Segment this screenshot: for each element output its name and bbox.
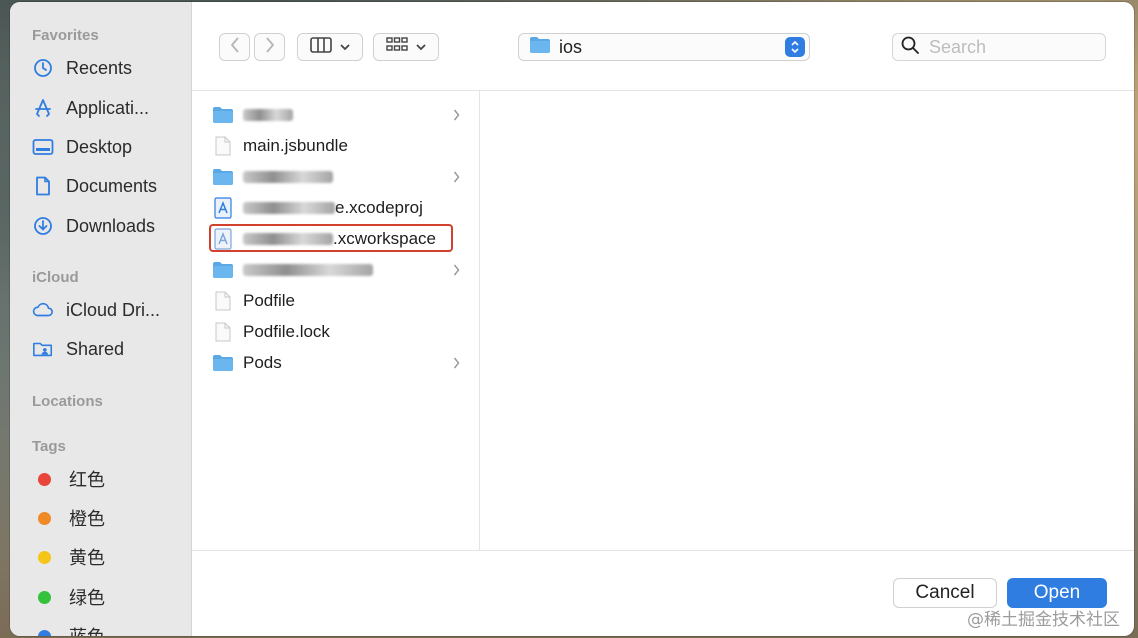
- sidebar-tag-yellow[interactable]: 黄色: [32, 542, 182, 572]
- chevron-right-icon: [265, 36, 275, 58]
- sidebar-tag-red[interactable]: 红色: [32, 464, 182, 494]
- folder-icon: [212, 259, 234, 281]
- sidebar-tag-blue[interactable]: 蓝色: [32, 621, 182, 636]
- chevron-down-icon: [416, 38, 426, 56]
- preview-column: [480, 91, 1134, 551]
- folder-icon: [529, 36, 551, 59]
- sidebar-item-label: Downloads: [66, 215, 156, 236]
- tag-color-dot: [38, 629, 51, 636]
- view-mode-button[interactable]: [297, 33, 363, 61]
- sidebar-item-shared[interactable]: Shared: [32, 334, 182, 364]
- forward-button[interactable]: [254, 33, 285, 61]
- tag-color-dot: [38, 590, 51, 604]
- back-button[interactable]: [219, 33, 250, 61]
- file-name: Pods: [243, 353, 282, 372]
- folder-icon: [212, 104, 234, 126]
- sidebar-item-label: 红色: [69, 470, 105, 490]
- icloud-section-title: iCloud: [32, 269, 79, 286]
- sidebar-item-desktop[interactable]: Desktop: [32, 132, 182, 162]
- file-row-podfile-lock[interactable]: Podfile.lock: [212, 318, 467, 346]
- sidebar-item-applications[interactable]: Applicati...: [32, 93, 182, 123]
- redacted-name: [243, 171, 333, 183]
- chevron-left-icon: [230, 36, 240, 58]
- file-name: Podfile: [243, 291, 295, 310]
- chevron-down-icon: [340, 38, 350, 56]
- file-row-xcodeproj[interactable]: e.xcodeproj: [212, 194, 467, 222]
- chevron-right-icon: [453, 169, 461, 189]
- favorites-section-title: Favorites: [32, 27, 99, 44]
- redacted-name: [243, 202, 335, 214]
- watermark: @稀土掘金技术社区: [967, 610, 1120, 630]
- desktop-icon: [32, 136, 54, 158]
- sidebar-item-label: iCloud Dri...: [66, 299, 161, 320]
- sidebar-item-downloads[interactable]: Downloads: [32, 211, 182, 241]
- grid-icon: [386, 36, 408, 58]
- tag-color-dot: [38, 472, 51, 486]
- sidebar-tag-green[interactable]: 绿色: [32, 582, 182, 612]
- document-file-icon: [212, 290, 234, 312]
- file-row-folder[interactable]: [212, 256, 467, 284]
- sidebar: Favorites Recents Applicati... Desktop D…: [10, 2, 192, 636]
- file-name: Podfile.lock: [243, 322, 330, 341]
- open-button[interactable]: Open: [1007, 578, 1107, 608]
- file-row-folder[interactable]: [212, 101, 467, 129]
- file-row-podfile[interactable]: Podfile: [212, 287, 467, 315]
- locations-section-title: Locations: [32, 393, 103, 410]
- sidebar-item-recents[interactable]: Recents: [32, 53, 182, 83]
- sidebar-item-label: Shared: [66, 338, 125, 359]
- location-popup[interactable]: ios: [518, 33, 810, 61]
- document-file-icon: [212, 321, 234, 343]
- file-row-main-jsbundle[interactable]: main.jsbundle: [212, 132, 467, 160]
- chevron-right-icon: [453, 262, 461, 282]
- xcodeproj-icon: [212, 197, 234, 219]
- columns-view-icon: [310, 36, 332, 58]
- sidebar-item-label: 橙色: [69, 509, 105, 529]
- search-box[interactable]: [892, 33, 1106, 61]
- cancel-button[interactable]: Cancel: [893, 578, 997, 608]
- file-name: main.jsbundle: [243, 136, 348, 155]
- folder-icon: [212, 166, 234, 188]
- applications-icon: [32, 97, 54, 119]
- document-file-icon: [212, 135, 234, 157]
- up-down-chevron-icon: [785, 37, 805, 57]
- main-panel: ios main.jsbundle: [192, 2, 1134, 636]
- location-label: ios: [559, 36, 583, 57]
- document-icon: [32, 175, 54, 197]
- open-file-dialog: Favorites Recents Applicati... Desktop D…: [10, 2, 1134, 636]
- file-row-pods[interactable]: Pods: [212, 349, 467, 377]
- sidebar-item-label: Applicati...: [66, 97, 150, 118]
- file-name: e.xcodeproj: [335, 198, 423, 217]
- group-by-button[interactable]: [373, 33, 439, 61]
- shared-folder-icon: [32, 338, 54, 360]
- search-icon: [901, 36, 919, 59]
- folder-icon: [212, 352, 234, 374]
- download-icon: [32, 215, 54, 237]
- file-row-folder[interactable]: [212, 163, 467, 191]
- highlight-annotation-box: [209, 224, 453, 252]
- file-browser-column: main.jsbundle e.xcodeproj .xcworkspace P…: [192, 91, 480, 551]
- sidebar-item-icloud-drive[interactable]: iCloud Dri...: [32, 295, 182, 325]
- redacted-name: [243, 264, 373, 276]
- sidebar-item-label: Recents: [66, 57, 133, 78]
- chevron-right-icon: [453, 355, 461, 375]
- toolbar: ios: [192, 2, 1134, 91]
- tags-section-title: Tags: [32, 438, 66, 455]
- sidebar-item-documents[interactable]: Documents: [32, 171, 182, 201]
- chevron-right-icon: [453, 107, 461, 127]
- sidebar-item-label: Desktop: [66, 136, 133, 157]
- sidebar-item-label: 黄色: [69, 548, 105, 568]
- clock-icon: [32, 57, 54, 79]
- sidebar-item-label: 蓝色: [69, 623, 105, 636]
- sidebar-item-label: 绿色: [69, 588, 105, 608]
- tag-color-dot: [38, 511, 51, 525]
- cloud-icon: [32, 299, 54, 321]
- redacted-name: [243, 109, 293, 121]
- sidebar-tag-orange[interactable]: 橙色: [32, 503, 182, 533]
- tag-color-dot: [38, 550, 51, 564]
- search-input[interactable]: [927, 35, 1091, 59]
- sidebar-item-label: Documents: [66, 175, 158, 196]
